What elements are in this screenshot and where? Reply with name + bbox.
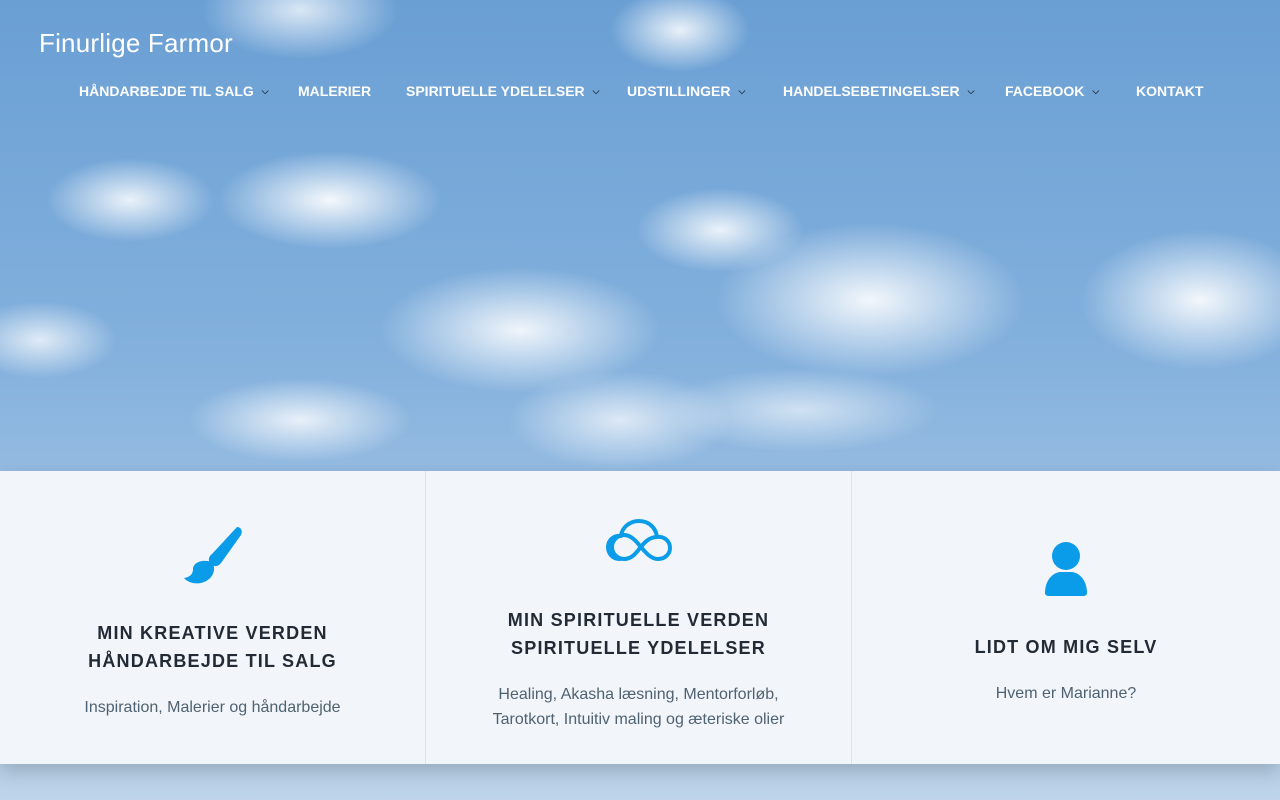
chevron-down-icon: ⌵	[967, 85, 975, 96]
nav-item-handarbejde[interactable]: HÅNDARBEJDE TIL SALG ⌵	[79, 80, 269, 102]
card-title-line: SPIRITUELLE YDELELSER	[511, 638, 766, 658]
nav-item-label: UDSTILLINGER	[627, 83, 731, 99]
chevron-down-icon: ⌵	[1092, 85, 1100, 96]
card-description-line: Inspiration, Malerier og håndarbejde	[84, 699, 341, 716]
nav-item-label: HANDELSEBETINGELSER	[783, 83, 960, 99]
card-description-line: Tarotkort, Intuitiv maling og æteriske o…	[492, 711, 785, 728]
card-title: MIN SPIRITUELLE VERDEN SPIRITUELLE YDELE…	[426, 606, 851, 662]
card-title-line: HÅNDARBEJDE TIL SALG	[88, 651, 337, 671]
cloud-icon	[605, 519, 672, 567]
card-title: MIN KREATIVE VERDEN HÅNDARBEJDE TIL SALG	[0, 619, 425, 675]
card-title-line: LIDT OM MIG SELV	[974, 637, 1158, 657]
nav-item-kontakt[interactable]: KONTAKT	[1136, 80, 1203, 102]
card-title-line: MIN SPIRITUELLE VERDEN	[507, 610, 770, 630]
nav-item-label: KONTAKT	[1136, 83, 1204, 99]
main-navigation: HÅNDARBEJDE TIL SALG ⌵ MALERIER SPIRITUE…	[0, 80, 1280, 102]
card-description: Inspiration, Malerier og håndarbejde	[0, 695, 425, 720]
nav-item-spirituelle[interactable]: SPIRITUELLE YDELELSER ⌵	[406, 80, 600, 102]
card-description-line: Healing, Akasha læsning, Mentorforløb,	[498, 686, 779, 703]
feature-cards: MIN KREATIVE VERDEN HÅNDARBEJDE TIL SALG…	[0, 471, 1280, 764]
card-description: Healing, Akasha læsning, Mentorforløb, T…	[426, 682, 851, 732]
card-creative-world[interactable]: MIN KREATIVE VERDEN HÅNDARBEJDE TIL SALG…	[0, 471, 426, 764]
nav-item-label: FACEBOOK	[1005, 83, 1085, 99]
card-spiritual-world[interactable]: MIN SPIRITUELLE VERDEN SPIRITUELLE YDELE…	[426, 471, 852, 764]
card-title: LIDT OM MIG SELV	[852, 633, 1280, 661]
chevron-down-icon: ⌵	[738, 85, 746, 96]
chevron-down-icon: ⌵	[592, 85, 600, 96]
card-title-line: MIN KREATIVE VERDEN	[97, 623, 328, 643]
user-icon	[1043, 541, 1089, 601]
nav-item-label: SPIRITUELLE YDELELSER	[406, 83, 585, 99]
paintbrush-icon	[181, 523, 245, 591]
card-description-line: Hvem er Marianne?	[995, 685, 1137, 702]
site-title[interactable]: Finurlige Farmor	[39, 28, 233, 59]
card-about-me[interactable]: LIDT OM MIG SELV Hvem er Marianne?	[852, 471, 1280, 764]
chevron-down-icon: ⌵	[261, 85, 269, 96]
nav-item-label: MALERIER	[298, 83, 372, 99]
nav-item-udstillinger[interactable]: UDSTILLINGER ⌵	[627, 80, 745, 102]
nav-item-facebook[interactable]: FACEBOOK ⌵	[1005, 80, 1099, 102]
nav-item-malerier[interactable]: MALERIER	[298, 80, 371, 102]
nav-item-handelsebetingelser[interactable]: HANDELSEBETINGELSER ⌵	[783, 80, 974, 102]
card-description: Hvem er Marianne?	[852, 681, 1280, 706]
nav-item-label: HÅNDARBEJDE TIL SALG	[79, 83, 254, 99]
